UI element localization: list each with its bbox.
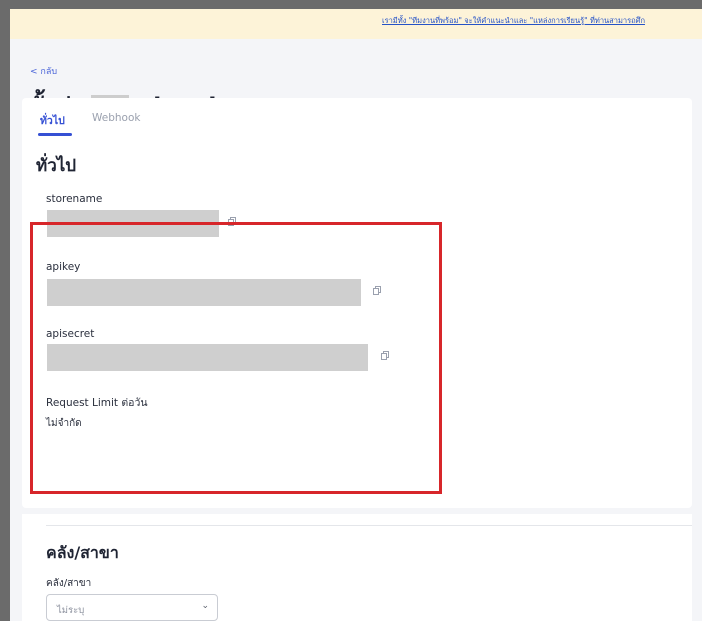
window-frame-top [0, 0, 702, 9]
section-divider [46, 525, 692, 526]
back-link[interactable]: < กลับ [30, 64, 57, 78]
active-tab-indicator [38, 133, 72, 136]
banner-link[interactable]: เรามีทั้ง "ทีมงานที่พร้อม" จะให้คำแนะนำแ… [382, 15, 645, 27]
branch-label: คลัง/สาขา [46, 578, 92, 589]
section-title-general: ทั่วไป [36, 156, 77, 176]
storename-label: storename [46, 193, 103, 205]
branch-select-value: ไม่ระบุ [57, 605, 85, 616]
tab-webhook[interactable]: Webhook [92, 112, 140, 124]
highlight-box [30, 222, 442, 494]
tab-bar: ทั่วไป Webhook [22, 98, 692, 140]
chevron-down-icon: ⌄ [201, 601, 209, 611]
branch-select[interactable]: ไม่ระบุ ⌄ [46, 594, 218, 621]
window-frame-left [0, 0, 10, 621]
info-banner: เรามีทั้ง "ทีมงานที่พร้อม" จะให้คำแนะนำแ… [10, 9, 702, 39]
tab-general[interactable]: ทั่วไป [40, 112, 65, 129]
section-title-branch: คลัง/สาขา [46, 543, 119, 562]
